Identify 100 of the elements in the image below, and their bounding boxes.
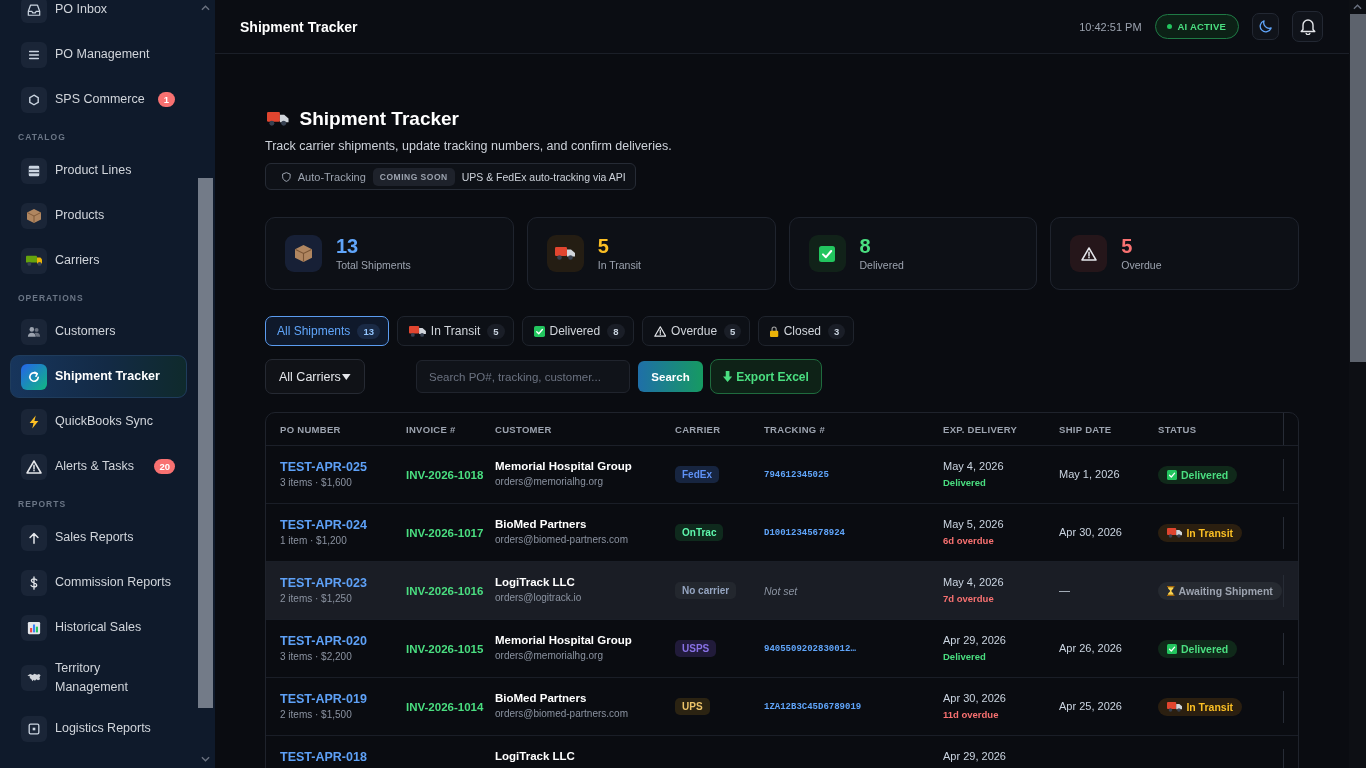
- tracking-number: 9405509202830012…: [764, 643, 856, 654]
- export-button[interactable]: Export Excel: [710, 359, 822, 394]
- column-header: PO NUMBER: [280, 423, 342, 435]
- order-summary: 3 items · $1,600: [280, 476, 352, 490]
- notice-text: UPS & FedEx auto-tracking via API: [461, 170, 626, 183]
- carrier-dropdown[interactable]: All Carriers: [265, 359, 365, 394]
- truck-icon: [267, 112, 289, 126]
- sidebar-item[interactable]: PO Management: [10, 33, 187, 76]
- sidebar-item[interactable]: Products: [10, 194, 187, 237]
- stat-label: Total Shipments: [336, 259, 411, 272]
- po-number-link[interactable]: TEST-APR-020: [280, 633, 367, 649]
- download-icon: [723, 371, 733, 382]
- sidebar-item[interactable]: Alerts & Tasks 20: [10, 445, 187, 488]
- truck-icon: [546, 235, 584, 272]
- scrollbar-thumb[interactable]: [1349, 14, 1366, 362]
- column-header: CUSTOMER: [495, 423, 553, 435]
- delivery-date: Apr 29, 2026: [943, 633, 1006, 648]
- theme-toggle-button[interactable]: [1252, 13, 1279, 40]
- sidebar-item[interactable]: Sales Reports: [10, 516, 187, 559]
- filter-tab[interactable]: In Transit 5: [396, 316, 514, 346]
- po-number-link[interactable]: TEST-APR-024: [280, 517, 367, 533]
- count-badge: 20: [154, 459, 175, 474]
- coming-soon-badge: COMING SOON: [372, 167, 455, 186]
- sidebar-item[interactable]: Customers: [10, 310, 187, 353]
- box-icon: [21, 202, 47, 229]
- search-field[interactable]: Search PO#, tracking, customer...: [416, 360, 630, 393]
- section-label: REPORTS: [17, 498, 68, 511]
- carrier-tag: FedEx: [675, 466, 719, 483]
- scroll-down-icon[interactable]: [200, 756, 210, 762]
- square-icon: [21, 715, 47, 742]
- bell-icon: [1299, 18, 1316, 35]
- table-row[interactable]: TEST-APR-023 2 items · $1,250 INV-2026-1016 LogiTrack LLC orders@logitrack.io No carrier Not set May 4, 2026 7d overdue — Awaiting Shipment: [266, 562, 1298, 620]
- po-number-link[interactable]: TEST-APR-023: [280, 575, 367, 591]
- sidebar-item[interactable]: Logistics Reports: [10, 707, 187, 750]
- customer-email: orders@memorialhg.org: [495, 475, 603, 489]
- sidebar-item[interactable]: Commission Reports: [10, 561, 187, 604]
- column-header: STATUS: [1158, 423, 1198, 435]
- warning-icon: [653, 325, 667, 337]
- ship-date: Apr 26, 2026: [1059, 641, 1122, 656]
- list-icon: [21, 41, 47, 68]
- table-row[interactable]: TEST-APR-019 2 items · $1,500 INV-2026-1014 BioMed Partners orders@biomed-partners.com UPS 1ZA12B3C45D6789019 Apr 30, 2026 11d overdue Apr 25, 2026 In Transit: [266, 678, 1298, 736]
- invoice-number: INV-2026-1014: [406, 700, 484, 713]
- sidebar-item[interactable]: PO Inbox: [10, 0, 187, 31]
- scrollbar-thumb[interactable]: [197, 178, 213, 708]
- box-icon: [285, 235, 322, 272]
- delivery-date: Apr 30, 2026: [943, 691, 1006, 706]
- sidebar-item[interactable]: Historical Sales: [10, 606, 187, 649]
- notifications-button[interactable]: [1292, 11, 1323, 42]
- count-badge: 3: [828, 323, 846, 339]
- customer-name: BioMed Partners: [495, 691, 587, 706]
- filter-tab[interactable]: Overdue 5: [641, 316, 751, 346]
- warning-icon: [21, 453, 47, 480]
- ship-date: —: [1059, 583, 1070, 598]
- stat-label: Delivered: [859, 259, 904, 272]
- carrier-tag: UPS: [675, 698, 710, 715]
- po-number-link[interactable]: TEST-APR-019: [280, 691, 367, 707]
- scroll-up-icon[interactable]: [200, 5, 210, 11]
- truck-icon: [1167, 701, 1183, 712]
- customer-name: BioMed Partners: [495, 517, 587, 532]
- order-summary: 2 items · $1,250: [280, 592, 352, 606]
- sidebar-item[interactable]: QuickBooks Sync: [10, 400, 187, 443]
- tracking-number: D10012345678924: [764, 527, 845, 538]
- moon-icon: [1259, 20, 1272, 33]
- section-label: CATALOG: [17, 131, 67, 144]
- count-badge: 5: [487, 323, 505, 339]
- checkmark-icon: [808, 235, 846, 272]
- invoice-number: INV-2026-1016: [406, 584, 484, 597]
- customer-name: LogiTrack LLC: [495, 749, 575, 764]
- order-summary: 1 item · $1,200: [280, 534, 347, 548]
- dollar-icon: [21, 569, 47, 596]
- stat-value: 5: [1121, 235, 1134, 257]
- world-map-icon: [21, 665, 47, 691]
- table-row[interactable]: TEST-APR-025 3 items · $1,600 INV-2026-1018 Memorial Hospital Group orders@memorialhg.org FedEx 794612345025 May 4, 2026 Delivered May 1, 2026 Delivered: [266, 446, 1298, 504]
- table-icon: [21, 157, 47, 184]
- column-header: SHIP DATE: [1059, 423, 1113, 435]
- filter-tab[interactable]: Closed 3: [758, 316, 855, 346]
- delivery-date: May 4, 2026: [943, 459, 1004, 474]
- scroll-up-icon[interactable]: [1353, 4, 1362, 10]
- table-row[interactable]: TEST-APR-018 LogiTrack LLC Apr 29, 2026: [266, 736, 1298, 768]
- sidebar-item[interactable]: Territory Management: [10, 651, 187, 705]
- shield-icon: [282, 171, 291, 182]
- invoice-number: INV-2026-1018: [406, 468, 484, 481]
- sidebar-item[interactable]: Shipment Tracker: [10, 355, 187, 398]
- filter-tab[interactable]: Delivered 8: [521, 316, 634, 346]
- lock-icon: [770, 325, 779, 337]
- po-number-link[interactable]: TEST-APR-018: [280, 749, 367, 765]
- sidebar-item[interactable]: Carriers: [10, 239, 187, 282]
- po-number-link[interactable]: TEST-APR-025: [280, 459, 367, 475]
- stat-value: 13: [336, 235, 360, 257]
- refresh-icon: [21, 363, 47, 390]
- customer-email: orders@memorialhg.org: [495, 649, 603, 663]
- table-row[interactable]: TEST-APR-020 3 items · $2,200 INV-2026-1015 Memorial Hospital Group orders@memorialhg.org USPS 9405509202830012… Apr 29, 2026 Delivered Apr 26, 2026 Delivered: [266, 620, 1298, 678]
- checkmark-icon: [1167, 469, 1177, 480]
- bar-chart-icon: [21, 614, 47, 641]
- sidebar-item[interactable]: SPS Commerce 1: [10, 78, 187, 121]
- status-text: Delivered: [1181, 468, 1229, 481]
- sidebar-item[interactable]: Product Lines: [10, 149, 187, 192]
- search-button[interactable]: Search: [638, 361, 703, 392]
- checkmark-icon: [1167, 643, 1177, 654]
- filter-tab[interactable]: All Shipments 13: [265, 316, 389, 346]
